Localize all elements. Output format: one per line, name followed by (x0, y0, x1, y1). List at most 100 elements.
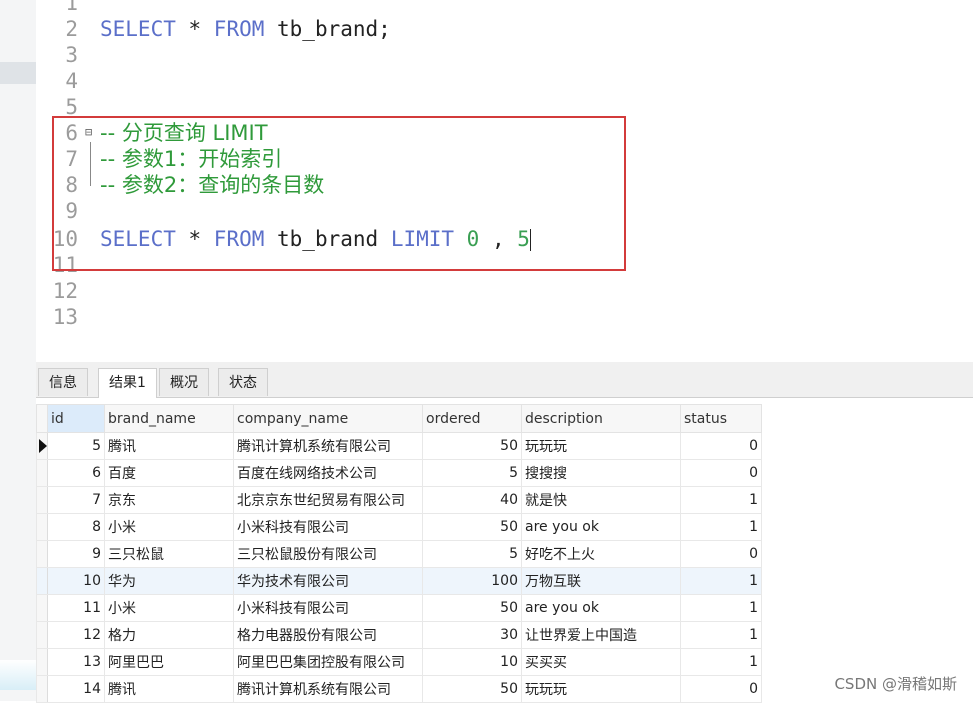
column-header-id[interactable]: id (47, 404, 105, 433)
table-cell-id[interactable]: 10 (47, 567, 105, 595)
table-cell-status[interactable]: 0 (680, 459, 762, 487)
row-header-cell[interactable] (36, 540, 48, 568)
row-header-cell[interactable] (36, 486, 48, 514)
tab-result1[interactable]: 结果1 (98, 368, 157, 398)
table-cell-description[interactable]: 玩玩玩 (521, 675, 681, 703)
tab-info[interactable]: 信息 (38, 368, 88, 396)
column-header-ordered[interactable]: ordered (422, 404, 522, 433)
sql-editor[interactable]: 1 2 SELECT * FROM tb_brand; 3 4 5 6 -- 分页查… (36, 0, 973, 362)
table-cell-description[interactable]: 好吃不上火 (521, 540, 681, 568)
row-header-cell[interactable] (36, 513, 48, 541)
left-panel-selected-item[interactable] (0, 62, 36, 84)
column-header-company-name[interactable]: company_name (233, 404, 423, 433)
line-number: 4 (65, 69, 78, 93)
table-cell-ordered[interactable]: 100 (422, 567, 522, 595)
table-cell-ordered[interactable]: 30 (422, 621, 522, 649)
row-header-cell[interactable] (36, 459, 48, 487)
table-row[interactable]: 9 三只松鼠 三只松鼠股份有限公司 5 好吃不上火 0 (36, 540, 762, 568)
column-header-brand-name[interactable]: brand_name (104, 404, 234, 433)
table-cell-ordered[interactable]: 10 (422, 648, 522, 676)
table-cell-ordered[interactable]: 5 (422, 459, 522, 487)
table-cell-id[interactable]: 9 (47, 540, 105, 568)
row-header-cell[interactable] (36, 567, 48, 595)
table-cell-company-name[interactable]: 格力电器股份有限公司 (233, 621, 423, 649)
table-cell-brand-name[interactable]: 三只松鼠 (104, 540, 234, 568)
table-cell-ordered[interactable]: 50 (422, 594, 522, 622)
table-cell-status[interactable]: 1 (680, 621, 762, 649)
row-header-cell[interactable] (36, 675, 48, 703)
table-cell-ordered[interactable]: 50 (422, 513, 522, 541)
table-row[interactable]: 11 小米 小米科技有限公司 50 are you ok 1 (36, 594, 762, 622)
table-cell-ordered[interactable]: 40 (422, 486, 522, 514)
table-cell-id[interactable]: 13 (47, 648, 105, 676)
table-cell-id[interactable]: 7 (47, 486, 105, 514)
grid-header-row: id brand_name company_name ordered descr… (36, 404, 762, 433)
editor-line: 1 (36, 0, 936, 16)
table-row[interactable]: 5 腾讯 腾讯计算机系统有限公司 50 玩玩玩 0 (36, 432, 762, 460)
table-cell-company-name[interactable]: 小米科技有限公司 (233, 513, 423, 541)
table-cell-company-name[interactable]: 阿里巴巴集团控股有限公司 (233, 648, 423, 676)
table-cell-ordered[interactable]: 50 (422, 675, 522, 703)
table-cell-status[interactable]: 1 (680, 513, 762, 541)
table-cell-id[interactable]: 14 (47, 675, 105, 703)
table-cell-description[interactable]: are you ok (521, 594, 681, 622)
table-cell-description[interactable]: 让世界爱上中国造 (521, 621, 681, 649)
table-cell-company-name[interactable]: 腾讯计算机系统有限公司 (233, 675, 423, 703)
table-cell-description[interactable]: 搜搜搜 (521, 459, 681, 487)
table-row[interactable]: 7 京东 北京京东世纪贸易有限公司 40 就是快 1 (36, 486, 762, 514)
table-row[interactable]: 10 华为 华为技术有限公司 100 万物互联 1 (36, 567, 762, 595)
result-grid[interactable]: id brand_name company_name ordered descr… (36, 404, 764, 703)
table-row[interactable]: 8 小米 小米科技有限公司 50 are you ok 1 (36, 513, 762, 541)
tab-status[interactable]: 状态 (218, 368, 268, 396)
table-cell-brand-name[interactable]: 百度 (104, 459, 234, 487)
table-cell-brand-name[interactable]: 格力 (104, 621, 234, 649)
column-header-status[interactable]: status (680, 404, 762, 433)
table-row[interactable]: 14 腾讯 腾讯计算机系统有限公司 50 玩玩玩 0 (36, 675, 762, 703)
table-cell-company-name[interactable]: 北京京东世纪贸易有限公司 (233, 486, 423, 514)
table-cell-company-name[interactable]: 华为技术有限公司 (233, 567, 423, 595)
table-cell-id[interactable]: 12 (47, 621, 105, 649)
column-header-description[interactable]: description (521, 404, 681, 433)
table-row[interactable]: 6 百度 百度在线网络技术公司 5 搜搜搜 0 (36, 459, 762, 487)
line-number: 3 (65, 43, 78, 67)
table-cell-brand-name[interactable]: 小米 (104, 594, 234, 622)
table-cell-status[interactable]: 0 (680, 675, 762, 703)
row-header-cell[interactable] (36, 648, 48, 676)
table-cell-description[interactable]: 买买买 (521, 648, 681, 676)
table-cell-brand-name[interactable]: 腾讯 (104, 432, 234, 460)
table-cell-status[interactable]: 0 (680, 432, 762, 460)
table-cell-brand-name[interactable]: 腾讯 (104, 675, 234, 703)
line-number: 13 (52, 305, 78, 329)
table-row[interactable]: 13 阿里巴巴 阿里巴巴集团控股有限公司 10 买买买 1 (36, 648, 762, 676)
editor-line: 4 (36, 68, 936, 94)
table-cell-description[interactable]: are you ok (521, 513, 681, 541)
row-header-cell[interactable] (36, 432, 48, 460)
table-cell-id[interactable]: 8 (47, 513, 105, 541)
table-cell-status[interactable]: 1 (680, 567, 762, 595)
table-cell-status[interactable]: 1 (680, 594, 762, 622)
editor-line: 2 SELECT * FROM tb_brand; (36, 16, 936, 42)
table-cell-status[interactable]: 1 (680, 486, 762, 514)
table-cell-company-name[interactable]: 腾讯计算机系统有限公司 (233, 432, 423, 460)
table-cell-company-name[interactable]: 三只松鼠股份有限公司 (233, 540, 423, 568)
table-cell-id[interactable]: 6 (47, 459, 105, 487)
table-cell-status[interactable]: 0 (680, 540, 762, 568)
table-cell-ordered[interactable]: 5 (422, 540, 522, 568)
table-cell-brand-name[interactable]: 华为 (104, 567, 234, 595)
tab-overview[interactable]: 概况 (159, 368, 209, 396)
table-cell-description[interactable]: 万物互联 (521, 567, 681, 595)
table-cell-id[interactable]: 5 (47, 432, 105, 460)
table-cell-brand-name[interactable]: 阿里巴巴 (104, 648, 234, 676)
table-cell-company-name[interactable]: 百度在线网络技术公司 (233, 459, 423, 487)
table-cell-brand-name[interactable]: 京东 (104, 486, 234, 514)
row-header-cell[interactable] (36, 621, 48, 649)
table-cell-brand-name[interactable]: 小米 (104, 513, 234, 541)
table-row[interactable]: 12 格力 格力电器股份有限公司 30 让世界爱上中国造 1 (36, 621, 762, 649)
table-cell-description[interactable]: 玩玩玩 (521, 432, 681, 460)
table-cell-id[interactable]: 11 (47, 594, 105, 622)
table-cell-status[interactable]: 1 (680, 648, 762, 676)
table-cell-company-name[interactable]: 小米科技有限公司 (233, 594, 423, 622)
table-cell-description[interactable]: 就是快 (521, 486, 681, 514)
row-header-cell[interactable] (36, 594, 48, 622)
table-cell-ordered[interactable]: 50 (422, 432, 522, 460)
